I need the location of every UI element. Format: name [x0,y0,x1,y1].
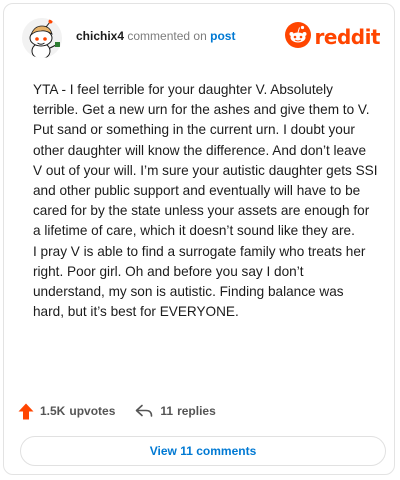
snoo-avatar-icon[interactable] [22,18,62,58]
reply-count: 11 [160,404,174,418]
reddit-wordmark: reddit [314,25,381,49]
comment-header: chichix4 commented on post reddit [18,18,381,58]
comment-actions: 1.5K upvotes 11 replies [18,400,216,422]
comment-paragraph: I pray V is able to find a surrogate fam… [33,243,366,320]
upvote-button[interactable]: 1.5K upvotes [18,403,115,420]
comment-body: YTA - I feel terrible for your daughter … [33,80,378,322]
upvote-count: 1.5K [40,404,66,418]
upvote-label: upvotes [69,404,116,418]
reply-label: replies [177,404,216,418]
comment-meta: chichix4 commented on post [76,29,235,43]
reply-arrow-icon [135,404,153,418]
reddit-snoo-icon [284,21,311,53]
username-link[interactable]: chichix4 [76,29,124,43]
comment-card: chichix4 commented on post reddit YTA - … [3,3,395,475]
post-link[interactable]: post [210,29,235,43]
comment-paragraph: YTA - I feel terrible for your daughter … [33,82,378,239]
replies-button[interactable]: 11 replies [135,404,216,418]
action-text: commented on [127,29,207,43]
reddit-logo[interactable]: reddit [284,21,381,53]
upvote-arrow-icon [18,403,34,420]
view-comments-button[interactable]: View 11 comments [20,436,386,466]
